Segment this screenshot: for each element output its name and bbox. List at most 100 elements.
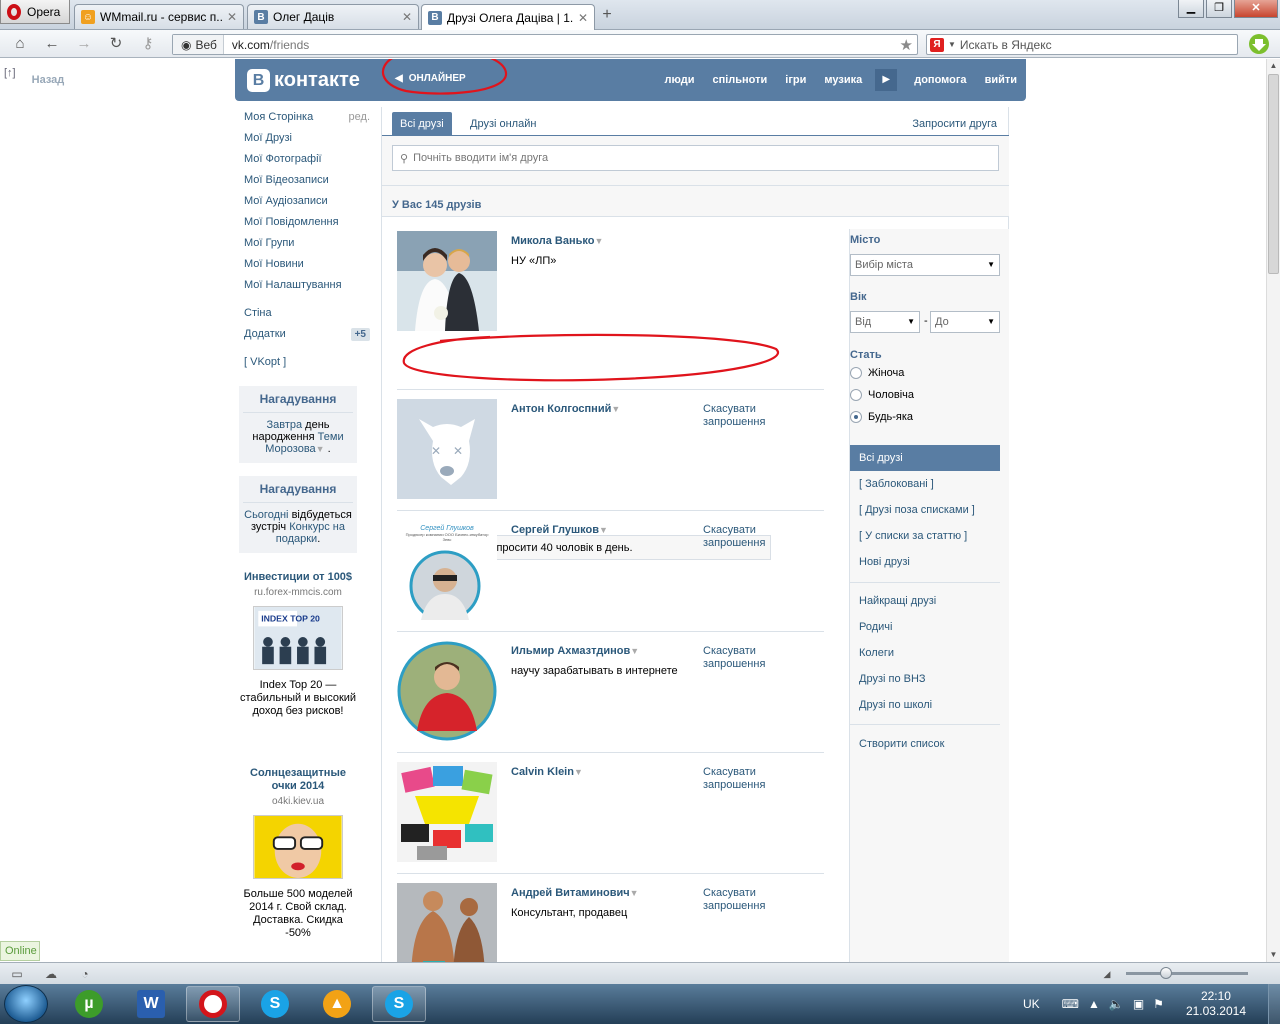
cancel-request-link[interactable]: Скасувати запрошення [703, 403, 773, 429]
key-icon[interactable]: ⚷ [138, 35, 158, 53]
menu-my-photos[interactable]: Мої Фотографії [238, 149, 376, 170]
scroll-up-icon[interactable]: [↑] [4, 67, 16, 86]
list-new-friends[interactable]: Нові друзі [850, 549, 1000, 575]
menu-edit-link[interactable]: ред. [349, 111, 370, 124]
cancel-request-link[interactable]: Скасувати запрошення [703, 766, 773, 792]
nav-help[interactable]: допомога [905, 74, 975, 86]
reload-icon[interactable]: ↻ [106, 35, 126, 53]
bookmark-star-icon[interactable]: ★ [900, 36, 917, 54]
triangle-down-icon[interactable]: ▼ [594, 236, 603, 246]
list-by-gender[interactable]: [ У списки за статтю ] [850, 523, 1000, 549]
menu-vkopt[interactable]: [ VKopt ] [238, 352, 376, 373]
menu-my-settings[interactable]: Мої Налаштування [238, 275, 376, 296]
friend-photo[interactable] [397, 641, 497, 741]
friend-name[interactable]: Сергей Глушков▼ [511, 524, 608, 536]
friend-name[interactable]: Антон Колгоспний▼ [511, 403, 620, 415]
list-best-friends[interactable]: Найкращі друзі [850, 588, 1000, 614]
close-window-button[interactable]: ✕ [1234, 0, 1278, 18]
nav-music[interactable]: музика [815, 74, 871, 86]
minimize-button[interactable]: ▁ [1178, 0, 1204, 18]
tab-all-friends[interactable]: Всі друзі [392, 112, 452, 136]
browser-tab-active[interactable]: B Друзі Олега Даціва | 1... ✕ [421, 4, 595, 30]
show-desktop-button[interactable] [1268, 984, 1280, 1024]
taskbar-utorrent[interactable]: µ [62, 986, 116, 1022]
back-link[interactable]: [↑] Назад [4, 67, 64, 86]
scroll-up-arrow-icon[interactable]: ▲ [1267, 59, 1280, 73]
menu-my-videos[interactable]: Мої Відеозаписи [238, 170, 376, 191]
cancel-request-link[interactable]: Скасувати запрошення [703, 645, 773, 671]
chevron-down-icon[interactable]: ▼ [948, 40, 956, 49]
browser-tab[interactable]: B Олег Даців ✕ [247, 4, 419, 29]
radio-button[interactable] [850, 367, 862, 379]
close-tab-icon[interactable]: ✕ [402, 10, 412, 24]
list-university-friends[interactable]: Друзі по ВНЗ [850, 666, 1000, 692]
tray-expand-icon[interactable]: ▲ [1088, 997, 1100, 1011]
cancel-request-link[interactable]: Скасувати запрошення [703, 887, 773, 913]
ad-block[interactable]: Солнцезащитные очки 2014 o4ki.kiev.ua Бо… [239, 767, 357, 940]
gender-radio-male[interactable]: Чоловіча [850, 389, 914, 401]
ad-image[interactable] [253, 815, 343, 879]
zoom-slider[interactable] [1126, 972, 1248, 975]
nav-communities[interactable]: спільноти [703, 74, 776, 86]
zoom-slider-thumb[interactable] [1160, 967, 1173, 979]
close-tab-icon[interactable]: ✕ [578, 11, 588, 25]
menu-my-audio[interactable]: Мої Аудіозаписи [238, 191, 376, 212]
flag-icon[interactable]: ⚑ [1153, 997, 1164, 1011]
triangle-down-icon[interactable]: ▼ [630, 888, 639, 898]
friend-photo[interactable]: Сергей Глушков Продюсер компании ООО Биз… [397, 520, 497, 620]
nav-people[interactable]: люди [655, 74, 703, 86]
speed-dial-icon[interactable]: ◔ [78, 967, 92, 981]
taskbar-aimp[interactable]: ▲ [310, 986, 364, 1022]
zoom-expand-icon[interactable]: ◢ [1100, 967, 1114, 981]
taskbar-skype[interactable]: S [248, 986, 302, 1022]
friend-search-input[interactable]: ⚲ Почніть вводити ім'я друга [392, 145, 999, 171]
new-tab-button[interactable]: + [598, 6, 616, 24]
friend-photo[interactable] [397, 231, 497, 331]
nav-logout[interactable]: вийти [976, 74, 1026, 86]
cancel-request-link[interactable]: Скасувати запрошення [703, 524, 773, 550]
city-select[interactable]: Вибір міста ▼ [850, 254, 1000, 276]
forward-arrow-icon[interactable]: → [74, 35, 94, 53]
nav-games[interactable]: ігри [776, 74, 815, 86]
taskbar-opera[interactable] [186, 986, 240, 1022]
menu-my-news[interactable]: Мої Новини [238, 254, 376, 275]
gender-radio-female[interactable]: Жіноча [850, 367, 904, 379]
list-unlisted[interactable]: [ Друзі поза списками ] [850, 497, 1000, 523]
scroll-down-arrow-icon[interactable]: ▼ [1267, 948, 1280, 962]
menu-my-page[interactable]: Моя Сторінка ред. [238, 107, 376, 128]
list-school-friends[interactable]: Друзі по школі [850, 692, 1000, 718]
start-button[interactable] [4, 985, 48, 1023]
friend-photo[interactable] [397, 762, 497, 862]
panel-toggle-icon[interactable]: ▭ [10, 967, 24, 981]
triangle-down-icon[interactable]: ▼ [630, 646, 639, 656]
age-from-select[interactable]: Від ▼ [850, 311, 920, 333]
ad-title[interactable]: Инвестиции от 100$ [239, 571, 357, 584]
cloud-icon[interactable]: ☁ [44, 967, 58, 981]
clock[interactable]: 22:10 21.03.2014 [1186, 989, 1246, 1019]
friend-name[interactable]: Ильмир Ахмазтдинов▼ [511, 645, 639, 657]
friend-name[interactable]: Микола Ванько▼ [511, 235, 603, 247]
reminder-link[interactable]: Сьогодні [244, 509, 288, 521]
vk-logo[interactable]: В контакте [247, 69, 360, 92]
taskbar-word[interactable]: W [124, 986, 178, 1022]
language-indicator[interactable]: UK [1023, 997, 1040, 1011]
ad-block[interactable]: Инвестиции от 100$ ru.forex-mmcis.com IN… [239, 571, 357, 718]
opera-menu-button[interactable]: Opera [0, 0, 70, 24]
age-to-select[interactable]: До ▼ [930, 311, 1000, 333]
triangle-down-icon[interactable]: ▼ [316, 444, 325, 454]
radio-button[interactable] [850, 389, 862, 401]
back-arrow-icon[interactable]: ← [42, 35, 62, 53]
menu-wall[interactable]: Стіна [238, 303, 376, 324]
triangle-down-icon[interactable]: ▼ [574, 767, 583, 777]
list-all-friends[interactable]: Всі друзі [850, 445, 1000, 471]
friend-photo[interactable] [397, 883, 497, 962]
search-engine-box[interactable]: Я ▼ Искать в Яндекс [926, 34, 1238, 55]
list-relatives[interactable]: Родичі [850, 614, 1000, 640]
menu-my-messages[interactable]: Мої Повідомлення [238, 212, 376, 233]
list-blocked[interactable]: [ Заблоковані ] [850, 471, 1000, 497]
invite-friend-link[interactable]: Запросити друга [912, 118, 997, 130]
reminder-link[interactable]: Завтра [266, 419, 302, 431]
friend-name[interactable]: Андрей Витаминович▼ [511, 887, 639, 899]
ad-title[interactable]: Солнцезащитные очки 2014 [239, 767, 357, 793]
home-icon[interactable]: ⌂ [10, 35, 30, 53]
